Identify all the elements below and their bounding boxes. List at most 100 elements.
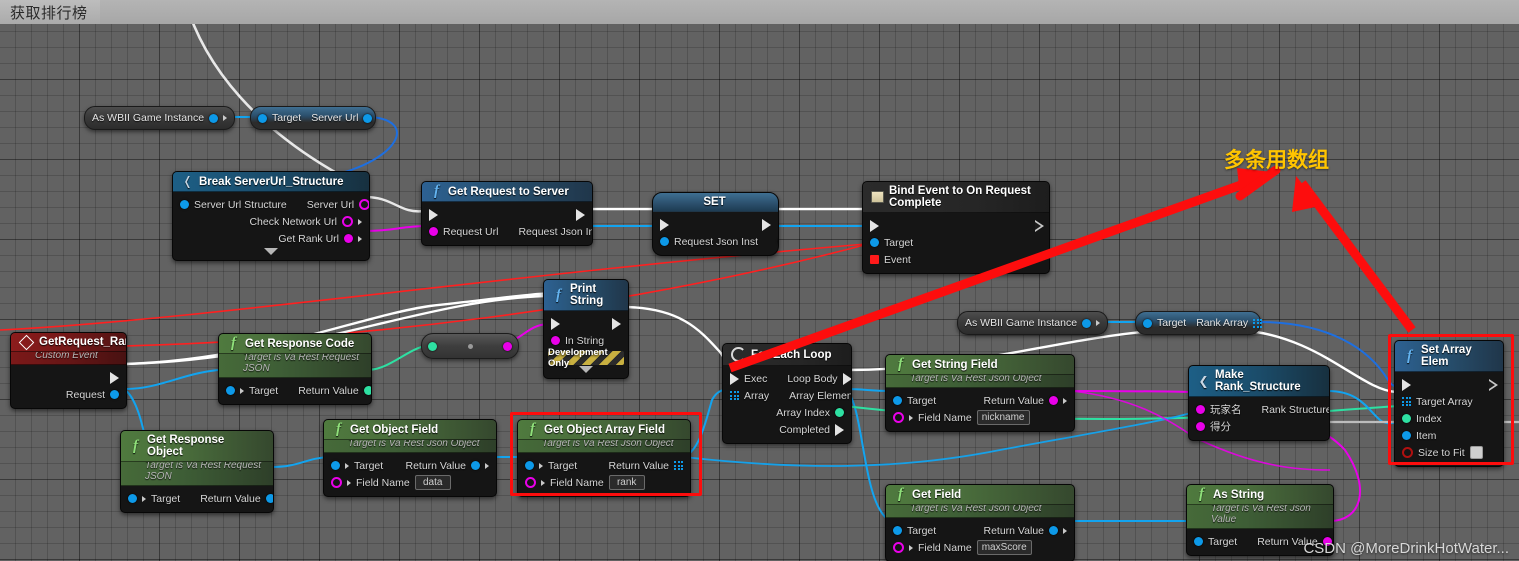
output-exec-pin[interactable] xyxy=(576,208,585,221)
input-pin-event[interactable] xyxy=(870,255,879,264)
output-pin-array-index[interactable] xyxy=(835,408,844,417)
output-pin-return-value[interactable] xyxy=(363,386,371,395)
input-pin-field-name[interactable] xyxy=(893,412,904,423)
output-exec-pin[interactable] xyxy=(762,218,771,231)
input-exec-pin[interactable] xyxy=(870,219,879,232)
output-pin-rank-array[interactable] xyxy=(1253,318,1263,328)
input-pin-size-to-fit[interactable] xyxy=(1402,447,1413,458)
node-print-string[interactable]: f Print String In String Development Onl… xyxy=(543,279,629,379)
expand-caret-icon[interactable] xyxy=(264,248,278,255)
pin-row-field-name[interactable]: Field Name rank xyxy=(518,474,690,491)
node-get-object-array-field[interactable]: f Get Object Array Field Target is Va Re… xyxy=(517,419,691,497)
pin-row-check-network-url[interactable]: Check Network Url xyxy=(173,213,369,230)
input-pin-target[interactable] xyxy=(893,526,902,535)
input-pin-request-url[interactable] xyxy=(429,227,438,236)
blueprint-graph-canvas[interactable]: 获取排行榜 As WBII Game Instance Target Serve… xyxy=(0,0,1519,561)
knot-input-pin[interactable] xyxy=(428,341,437,351)
pin-row-exec[interactable]: Exec Loop Body xyxy=(723,370,851,387)
input-exec-pin[interactable] xyxy=(1402,378,1411,391)
node-set-array-elem[interactable]: f Set Array Elem Target Array Index Item xyxy=(1394,340,1504,467)
input-exec-pin[interactable] xyxy=(429,208,438,221)
pin-row-item[interactable]: Item xyxy=(1395,427,1503,444)
input-pin-target[interactable] xyxy=(226,386,235,395)
field-name-input[interactable]: maxScore xyxy=(976,540,1032,555)
output-exec-pin-completed[interactable] xyxy=(835,423,844,436)
pin-row-target[interactable]: Target Return Value xyxy=(886,522,1074,539)
input-exec-pin[interactable] xyxy=(660,218,669,231)
pin-row-request-url[interactable]: Request Url Request Json Inst xyxy=(422,223,592,240)
node-get-request-to-server[interactable]: f Get Request to Server Request Url Requ… xyxy=(421,181,593,246)
pin-row-field-name[interactable]: Field Name data xyxy=(324,474,496,491)
node-bind-event-to-on-request-complete[interactable]: Bind Event to On Request Complete Target… xyxy=(862,181,1050,274)
pin-row-get-rank-url[interactable]: Get Rank Url xyxy=(173,230,369,247)
input-pin-target[interactable] xyxy=(128,494,137,503)
pin-row-exec[interactable] xyxy=(863,217,1049,234)
node-reroute-knot[interactable] xyxy=(421,333,519,359)
input-pin-target[interactable] xyxy=(1143,318,1152,328)
output-pin-return-value-array[interactable] xyxy=(674,461,683,470)
pin-row-completed[interactable]: Completed xyxy=(723,421,851,438)
field-name-input[interactable]: rank xyxy=(608,475,645,490)
output-exec-pin[interactable] xyxy=(110,371,119,384)
input-pin[interactable] xyxy=(180,200,189,209)
output-pin-server-url[interactable] xyxy=(363,113,373,123)
output-exec-pin[interactable] xyxy=(1035,220,1044,232)
field-name-input[interactable]: nickname xyxy=(976,410,1030,425)
node-get-response-object[interactable]: f Get Response Object Target is Va Rest … xyxy=(120,430,274,513)
pin-row-target[interactable]: Target Return Value xyxy=(121,490,273,507)
input-pin-field-name[interactable] xyxy=(525,477,536,488)
pin-row-array-index[interactable]: Array Index xyxy=(723,404,851,421)
pin-row-array[interactable]: Array Array Element xyxy=(723,387,851,404)
pin-row-target[interactable]: Target xyxy=(863,234,1049,251)
pin-row-score[interactable]: 得分 xyxy=(1189,418,1329,435)
input-pin-target[interactable] xyxy=(525,461,534,470)
input-pin-request-json-inst[interactable] xyxy=(660,237,669,246)
node-get-rank-array[interactable]: Target Rank Array xyxy=(1135,311,1263,335)
pin-row-target[interactable]: Target Return Value xyxy=(219,382,371,399)
pin-row-exec[interactable] xyxy=(653,216,778,233)
node-getrequest-rank-custom-event[interactable]: GetRequest_Rank Custom Event Request xyxy=(10,332,127,409)
node-as-wbii-game-instance-2[interactable]: As WBII Game Instance xyxy=(957,311,1109,335)
node-as-wbii-game-instance-1[interactable]: As WBII Game Instance xyxy=(84,106,236,130)
input-exec-pin[interactable] xyxy=(730,372,739,385)
input-pin-target[interactable] xyxy=(258,113,267,123)
output-pin-get-rank-url[interactable] xyxy=(344,234,353,243)
node-make-rank-structure[interactable]: ❮ Make Rank_Structure 玩家名 Rank Structure… xyxy=(1188,365,1330,441)
pin-row-request[interactable]: Request xyxy=(11,386,126,403)
output-exec-pin[interactable] xyxy=(1489,379,1498,391)
pin-row-target[interactable]: Target Return Value xyxy=(324,457,496,474)
knot-output-pin[interactable] xyxy=(503,341,512,351)
pin-row-player-name[interactable]: 玩家名 Rank Structure xyxy=(1189,401,1329,418)
input-pin-field-name[interactable] xyxy=(331,477,342,488)
node-get-response-code[interactable]: f Get Response Code Target is Va Rest Re… xyxy=(218,333,372,405)
node-get-field[interactable]: f Get Field Target is Va Rest Json Objec… xyxy=(885,484,1075,561)
pin-row-event[interactable]: Event xyxy=(863,251,1049,268)
input-pin-index[interactable] xyxy=(1402,414,1411,423)
pin-row-size-to-fit[interactable]: Size to Fit xyxy=(1395,444,1503,461)
output-pin-value[interactable] xyxy=(778,237,779,246)
graph-tab[interactable]: 获取排行榜 xyxy=(0,0,100,24)
input-pin-target[interactable] xyxy=(870,238,879,247)
pin-row-field-name[interactable]: Field Name maxScore xyxy=(886,539,1074,556)
output-exec-pin-loop-body[interactable] xyxy=(842,372,851,385)
input-pin-field-name[interactable] xyxy=(893,542,904,553)
pin-row-exec[interactable] xyxy=(1395,376,1503,393)
pin-row-target[interactable]: Target Return Value xyxy=(886,392,1074,409)
pin-row-exec[interactable] xyxy=(11,369,126,386)
input-pin-target[interactable] xyxy=(331,461,340,470)
field-name-input[interactable]: data xyxy=(414,475,451,490)
input-exec-pin[interactable] xyxy=(551,317,560,330)
input-pin-array[interactable] xyxy=(730,391,739,400)
input-pin-target[interactable] xyxy=(1194,537,1203,546)
input-pin-in-string[interactable] xyxy=(551,336,560,345)
input-pin-item[interactable] xyxy=(1402,431,1411,440)
node-get-server-url[interactable]: Target Server Url xyxy=(250,106,376,130)
output-pin-server-url[interactable] xyxy=(359,199,369,210)
output-pin-return-value[interactable] xyxy=(471,461,480,470)
pin-row-server-url-structure[interactable]: Server Url Structure Server Url xyxy=(173,196,369,213)
pin-row-index[interactable]: Index xyxy=(1395,410,1503,427)
input-pin-target-array[interactable] xyxy=(1402,397,1411,406)
output-exec-pin[interactable] xyxy=(612,317,621,330)
output-pin-object[interactable] xyxy=(209,113,219,123)
pin-row-exec[interactable] xyxy=(422,206,592,223)
